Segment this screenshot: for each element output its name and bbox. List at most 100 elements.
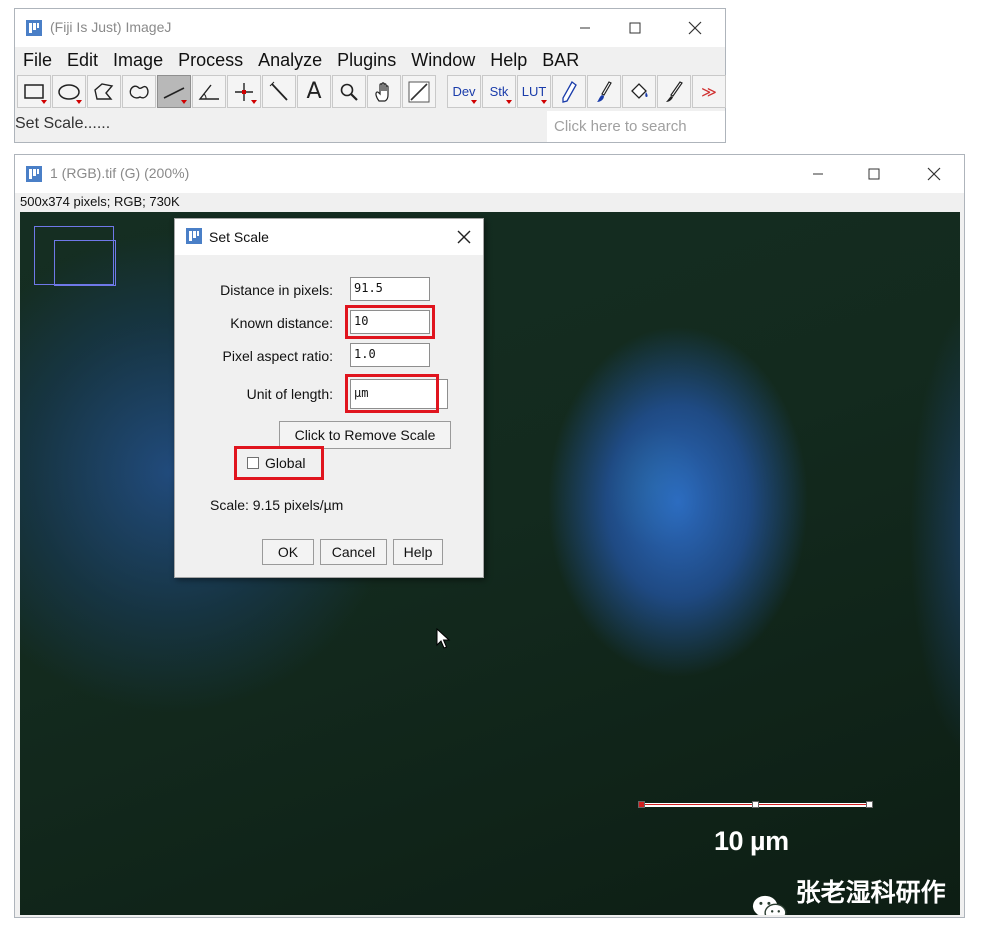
menu-file[interactable]: File bbox=[15, 47, 59, 72]
lut-menu-arrow-icon bbox=[541, 100, 547, 104]
minimize-icon bbox=[813, 173, 823, 175]
rectangle-tool[interactable] bbox=[17, 75, 51, 108]
dialog-titlebar[interactable]: Set Scale bbox=[175, 219, 483, 255]
line-tool[interactable] bbox=[157, 75, 191, 108]
menu-process[interactable]: Process bbox=[170, 47, 250, 72]
wechat-icon bbox=[752, 895, 787, 915]
line-mid-handle[interactable] bbox=[752, 801, 759, 808]
wand-icon bbox=[269, 81, 288, 101]
watermark-text: 张老湿科研作图 bbox=[795, 879, 946, 907]
color-picker-icon bbox=[408, 81, 430, 102]
paintbrush-icon bbox=[597, 80, 612, 102]
minimize-button[interactable] bbox=[565, 15, 605, 41]
dialog-title: Set Scale bbox=[209, 229, 269, 245]
menu-analyze[interactable]: Analyze bbox=[250, 47, 329, 72]
angle-icon bbox=[198, 84, 219, 100]
pencil-tool[interactable] bbox=[552, 75, 586, 108]
scale-readout: Scale: 9.15 pixels/µm bbox=[210, 497, 344, 513]
polygon-tool[interactable] bbox=[87, 75, 121, 108]
text-tool-glyph: A bbox=[306, 79, 322, 104]
status-bar: Set Scale...... bbox=[15, 115, 111, 132]
dropper-brush-tool[interactable] bbox=[657, 75, 691, 108]
close-button[interactable] bbox=[675, 15, 715, 41]
search-field[interactable]: Click here to search bbox=[547, 111, 725, 142]
maximize-button[interactable] bbox=[615, 15, 655, 41]
menu-image[interactable]: Image bbox=[105, 47, 170, 72]
zoom-tool[interactable] bbox=[332, 75, 366, 108]
unit-of-length-label: Unit of length: bbox=[246, 386, 333, 402]
image-canvas[interactable]: 10 µm 张老湿科研作图 bbox=[20, 212, 960, 915]
stack-menu-tool[interactable]: Stk bbox=[482, 75, 516, 108]
lut-menu-tool[interactable]: LUT bbox=[517, 75, 551, 108]
ok-button[interactable]: OK bbox=[262, 539, 314, 565]
distance-in-pixels-input[interactable]: 91.5 bbox=[350, 277, 430, 301]
main-window-title: (Fiji Is Just) ImageJ bbox=[50, 19, 172, 35]
known-distance-label: Known distance: bbox=[230, 315, 333, 331]
close-icon bbox=[927, 167, 941, 181]
menu-window[interactable]: Window bbox=[403, 47, 482, 72]
pencil-icon bbox=[562, 80, 577, 103]
fiji-icon bbox=[26, 166, 42, 182]
polygon-icon bbox=[94, 82, 114, 100]
more-tools-button[interactable]: ≫ bbox=[692, 75, 726, 108]
line-icon bbox=[163, 86, 185, 99]
angle-tool[interactable] bbox=[192, 75, 226, 108]
main-titlebar[interactable]: (Fiji Is Just) ImageJ bbox=[15, 9, 725, 47]
image-info-label: 500x374 pixels; RGB; 730K bbox=[20, 194, 180, 209]
line-start-handle[interactable] bbox=[638, 801, 645, 808]
more-tools-glyph: ≫ bbox=[701, 83, 717, 101]
oval-tool-options-icon bbox=[76, 100, 82, 104]
fiji-icon bbox=[186, 228, 202, 244]
global-highlight bbox=[234, 446, 324, 480]
brush-tool[interactable] bbox=[587, 75, 621, 108]
paint-bucket-icon bbox=[631, 82, 648, 99]
point-tool-options-icon bbox=[251, 100, 257, 104]
text-tool[interactable]: A bbox=[297, 75, 331, 108]
menu-edit[interactable]: Edit bbox=[59, 47, 105, 72]
rectangle-tool-options-icon bbox=[41, 100, 47, 104]
menu-plugins[interactable]: Plugins bbox=[329, 47, 403, 72]
line-end-handle[interactable] bbox=[866, 801, 873, 808]
imagej-main-window: (Fiji Is Just) ImageJ File Edit Image Pr… bbox=[14, 8, 726, 143]
help-button[interactable]: Help bbox=[393, 539, 443, 565]
remove-scale-button[interactable]: Click to Remove Scale bbox=[279, 421, 451, 449]
zoom-navigator-viewport[interactable] bbox=[54, 240, 116, 286]
freehand-tool[interactable] bbox=[122, 75, 156, 108]
image-window-title: 1 (RGB).tif (G) (200%) bbox=[50, 165, 190, 181]
menu-bar: File Edit Image Process Analyze Plugins … bbox=[15, 47, 725, 72]
dialog-close-icon[interactable] bbox=[457, 230, 471, 244]
toolbar: A Dev Stk LUT ≫ bbox=[17, 75, 727, 109]
image-close-button[interactable] bbox=[914, 161, 954, 187]
flood-fill-tool[interactable] bbox=[622, 75, 656, 108]
brush-dropper-icon bbox=[666, 80, 683, 102]
known-distance-highlight bbox=[345, 305, 435, 339]
mouse-cursor-icon bbox=[436, 628, 451, 649]
pixel-aspect-ratio-label: Pixel aspect ratio: bbox=[222, 348, 334, 364]
oval-tool[interactable] bbox=[52, 75, 86, 108]
menu-help[interactable]: Help bbox=[482, 47, 534, 72]
stk-label: Stk bbox=[489, 84, 509, 99]
dev-menu-arrow-icon bbox=[471, 100, 477, 104]
close-icon bbox=[688, 21, 702, 35]
image-maximize-button[interactable] bbox=[854, 161, 894, 187]
maximize-icon bbox=[629, 22, 641, 34]
watermark: 张老湿科研作图 bbox=[752, 873, 960, 915]
lut-label: LUT bbox=[521, 84, 547, 99]
developer-menu-tool[interactable]: Dev bbox=[447, 75, 481, 108]
image-window: 1 (RGB).tif (G) (200%) 500x374 pixels; R… bbox=[14, 154, 965, 918]
scroll-tool[interactable] bbox=[367, 75, 401, 108]
wand-tool[interactable] bbox=[262, 75, 296, 108]
rectangle-icon bbox=[24, 83, 44, 99]
stk-menu-arrow-icon bbox=[506, 100, 512, 104]
menu-bar-plugin[interactable]: BAR bbox=[534, 47, 586, 72]
oval-icon bbox=[58, 83, 80, 100]
color-picker-tool[interactable] bbox=[402, 75, 436, 108]
pixel-aspect-ratio-input[interactable]: 1.0 bbox=[350, 343, 430, 367]
set-scale-dialog: Set Scale Distance in pixels: 91.5 Known… bbox=[174, 218, 484, 578]
cancel-button[interactable]: Cancel bbox=[320, 539, 387, 565]
image-minimize-button[interactable] bbox=[798, 161, 838, 187]
point-tool[interactable] bbox=[227, 75, 261, 108]
hand-icon bbox=[375, 81, 389, 102]
image-titlebar[interactable]: 1 (RGB).tif (G) (200%) bbox=[15, 155, 964, 193]
magnifier-icon bbox=[340, 83, 358, 101]
